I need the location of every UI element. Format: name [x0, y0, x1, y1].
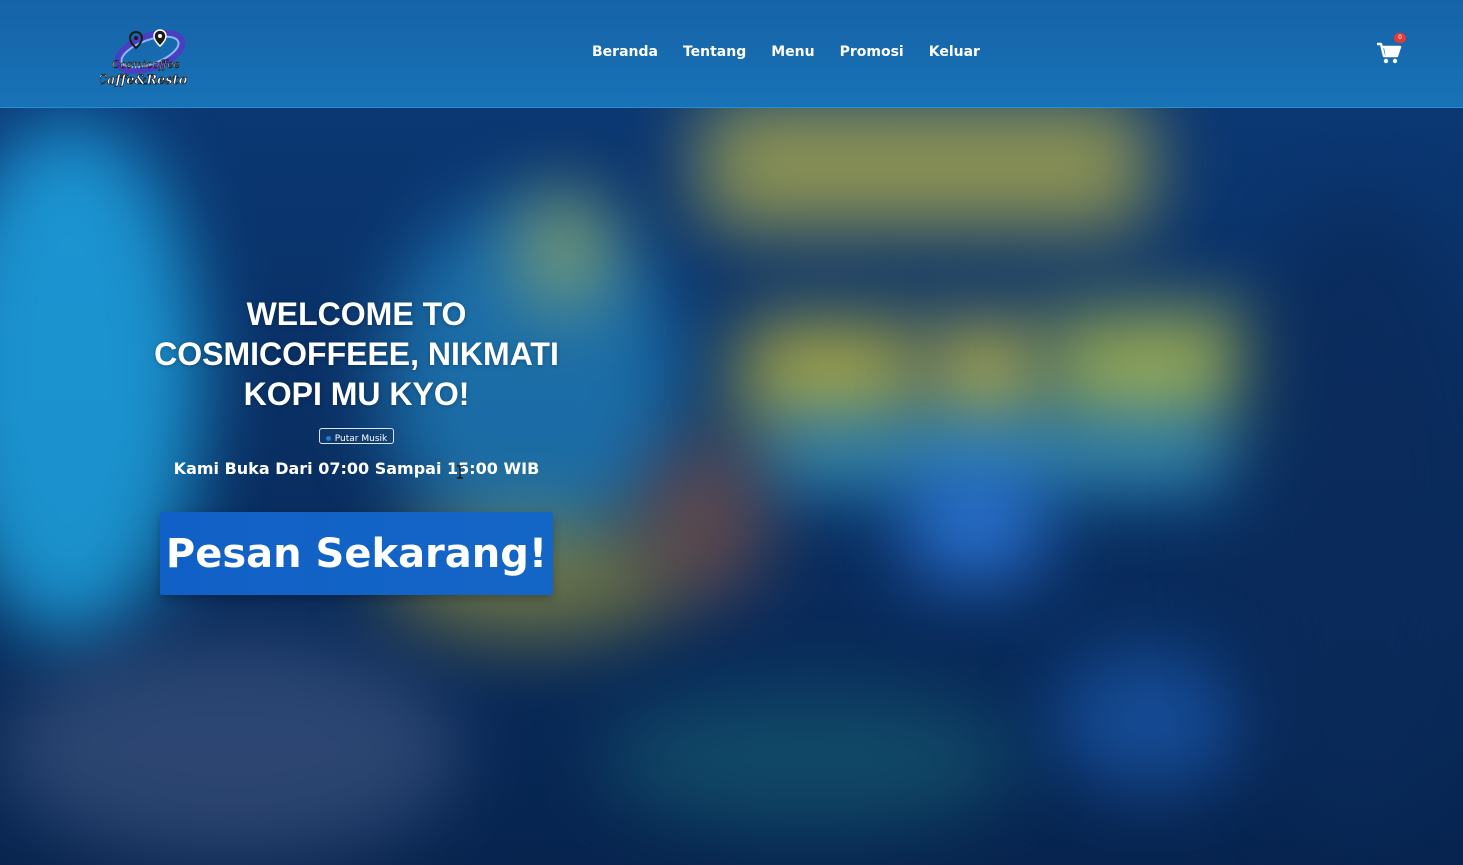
cart-icon — [1377, 42, 1402, 64]
hero-title: WELCOME TO COSMICOFFEEE, NIKMATI KOPI MU… — [154, 296, 559, 412]
svg-text:Caffe&Resto: Caffe&Resto — [100, 73, 188, 88]
hero-section: WELCOME TO COSMICOFFEEE, NIKMATI KOPI MU… — [140, 294, 573, 478]
play-music-label: Putar Musik — [334, 434, 388, 444]
nav-item-promosi[interactable]: Promosi — [840, 44, 904, 60]
nav-item-tentang[interactable]: Tentang — [683, 44, 746, 60]
logo-image: Cosmicoffee Caffe&Resto — [96, 29, 188, 88]
cart-button[interactable] — [1376, 40, 1402, 66]
music-icon — [325, 436, 331, 441]
nav-item-keluar[interactable]: Keluar — [929, 44, 980, 60]
brand-logo[interactable]: Cosmicoffee Caffe&Resto — [96, 24, 190, 94]
text-cursor-icon — [457, 465, 463, 479]
play-music-button[interactable]: Putar Musik — [318, 428, 395, 444]
navbar: Cosmicoffee Caffe&Resto Beranda Tentang … — [0, 0, 1463, 108]
svg-text:Cosmicoffee: Cosmicoffee — [112, 58, 181, 71]
order-now-button[interactable]: Pesan Sekarang! — [160, 512, 553, 595]
opening-hours-text: Kami Buka Dari 07:00 Sampai 15:00 WIB — [173, 459, 540, 478]
nav-item-menu[interactable]: Menu — [771, 44, 814, 60]
landing-page: Cosmicoffee Caffe&Resto Beranda Tentang … — [0, 0, 1463, 865]
main-nav: Beranda Tentang Menu Promosi Keluar — [592, 44, 1005, 60]
nav-item-beranda[interactable]: Beranda — [592, 44, 658, 60]
cart-count-badge: 0 — [1394, 33, 1406, 43]
